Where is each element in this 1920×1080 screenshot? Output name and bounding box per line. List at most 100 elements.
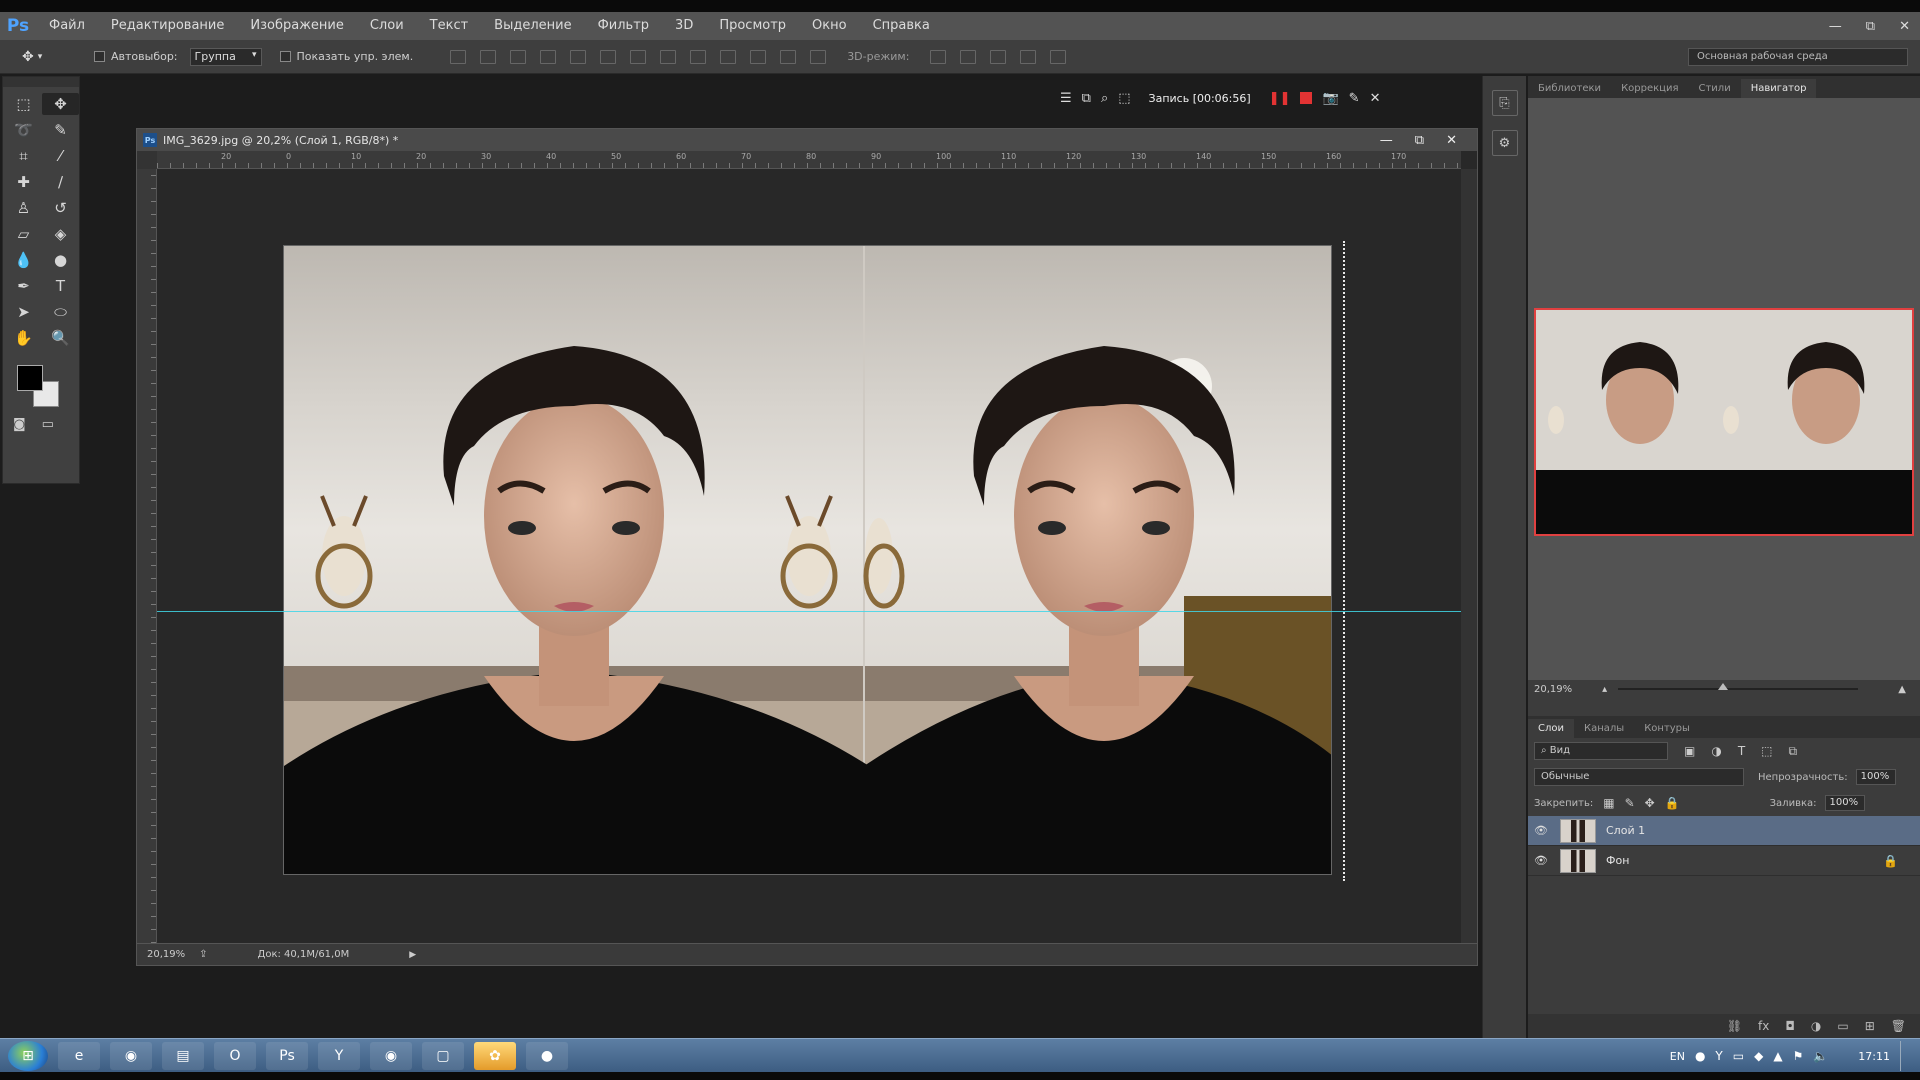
new-group-icon[interactable]: ▭ xyxy=(1837,1019,1848,1033)
layer-name[interactable]: Фон xyxy=(1606,854,1629,867)
lock-all-icon[interactable]: 🔒 xyxy=(1665,796,1680,810)
taskbar-chrome2-icon[interactable]: ◉ xyxy=(370,1041,412,1070)
tray-network-icon[interactable]: ▲ xyxy=(1773,1049,1782,1063)
navigator-zoom-knob[interactable] xyxy=(1718,683,1728,690)
restore-button[interactable]: ⧉ xyxy=(1866,19,1875,34)
menu-view[interactable]: Просмотр xyxy=(706,12,799,40)
align-bottom-icon[interactable] xyxy=(510,49,527,64)
document-image[interactable] xyxy=(283,245,1332,875)
close-recorder-icon[interactable]: ✕ xyxy=(1370,91,1381,106)
language-indicator[interactable]: EN xyxy=(1670,1050,1685,1063)
crop-tool-icon[interactable]: ⌗ xyxy=(5,145,42,167)
taskbar-window-icon[interactable]: ▢ xyxy=(422,1041,464,1070)
foreground-color-swatch[interactable] xyxy=(17,365,43,391)
pen-tool-icon[interactable]: ✒ xyxy=(5,275,42,297)
clock[interactable]: 17:11 xyxy=(1858,1050,1890,1063)
taskbar-opera-icon[interactable]: O xyxy=(214,1041,256,1070)
layer-row[interactable]: 👁 Фон 🔒 xyxy=(1528,846,1920,876)
menu-filter[interactable]: Фильтр xyxy=(585,12,662,40)
taskbar-paint-icon[interactable]: ✿ xyxy=(474,1041,516,1070)
menu-image[interactable]: Изображение xyxy=(237,12,356,40)
horizontal-ruler[interactable]: 20 0 10 20 30 40 50 60 70 80 90 100 110 120 130 140 150 1… xyxy=(157,151,1461,169)
taskbar-chrome-icon[interactable]: ◉ xyxy=(110,1041,152,1070)
filter-pixel-icon[interactable]: ▣ xyxy=(1684,744,1695,758)
blur-tool-icon[interactable]: 💧 xyxy=(5,249,42,271)
stop-icon[interactable] xyxy=(1300,92,1313,104)
delete-layer-icon[interactable]: 🗑 xyxy=(1891,1019,1906,1033)
doc-minimize-button[interactable]: — xyxy=(1380,133,1393,148)
tray-app-icon[interactable]: ◆ xyxy=(1754,1049,1763,1063)
zoom-tool-icon[interactable]: 🔍 xyxy=(42,327,79,349)
doc-restore-button[interactable]: ⧉ xyxy=(1415,133,1424,148)
menu-select[interactable]: Выделение xyxy=(481,12,584,40)
tab-adjustments[interactable]: Коррекция xyxy=(1611,79,1688,98)
align-hcenter-icon[interactable] xyxy=(570,49,587,64)
align-top-icon[interactable] xyxy=(450,49,467,64)
properties-panel-icon[interactable]: ⚙ xyxy=(1491,130,1518,156)
link-layers-icon[interactable]: ⛓ xyxy=(1727,1019,1742,1033)
status-arrow-icon[interactable]: ▶ xyxy=(409,950,416,960)
add-mask-icon[interactable]: ◘ xyxy=(1785,1019,1795,1033)
opacity-input[interactable]: 100% xyxy=(1855,769,1896,785)
lasso-tool-icon[interactable]: ➰ xyxy=(5,119,42,141)
3d-slide-icon[interactable] xyxy=(1020,49,1037,64)
doc-close-button[interactable]: ✕ xyxy=(1446,133,1457,148)
navigator-zoom-value[interactable]: 20,19% xyxy=(1534,684,1572,695)
zoom-out-icon[interactable]: ▴ xyxy=(1602,684,1607,695)
pen-icon[interactable]: ✎ xyxy=(1349,91,1360,106)
filter-type-icon[interactable]: T xyxy=(1738,744,1745,758)
move-tool-icon[interactable]: ✥ xyxy=(42,93,79,115)
tab-libraries[interactable]: Библиотеки xyxy=(1528,79,1611,98)
lock-transparent-icon[interactable]: ▦ xyxy=(1603,796,1614,810)
distribute-left-icon[interactable] xyxy=(720,49,737,64)
photoshop-logo[interactable]: Ps xyxy=(0,12,36,40)
distribute-hcenter-icon[interactable] xyxy=(750,49,767,64)
export-icon[interactable]: ⇪ xyxy=(199,949,207,960)
blend-mode-dropdown[interactable]: Обычные xyxy=(1534,768,1744,786)
taskbar-ie-icon[interactable]: e xyxy=(58,1041,100,1070)
taskbar-photoshop-icon[interactable]: Ps xyxy=(266,1041,308,1070)
zoom-level[interactable]: 20,19% xyxy=(147,949,185,960)
distribute-vcenter-icon[interactable] xyxy=(660,49,677,64)
align-vcenter-icon[interactable] xyxy=(480,49,497,64)
tray-flag-icon[interactable]: ⚑ xyxy=(1793,1049,1804,1063)
tab-channels[interactable]: Каналы xyxy=(1574,719,1634,738)
show-controls-checkbox[interactable] xyxy=(279,51,291,62)
vertical-scrollbar[interactable] xyxy=(1461,169,1477,943)
close-button[interactable]: ✕ xyxy=(1899,19,1910,34)
eraser-tool-icon[interactable]: ▱ xyxy=(5,223,42,245)
visibility-eye-icon[interactable]: 👁 xyxy=(1528,824,1554,837)
tools-panel-header[interactable] xyxy=(3,77,79,87)
quick-mask-icon[interactable]: ◙ xyxy=(13,417,26,432)
tray-monitor-icon[interactable]: ▭ xyxy=(1733,1049,1744,1063)
layer-row[interactable]: 👁 Слой 1 xyxy=(1528,816,1920,846)
filter-smart-icon[interactable]: ⧉ xyxy=(1789,744,1798,759)
menu-3d[interactable]: 3D xyxy=(662,12,706,40)
fill-tool-icon[interactable]: ◈ xyxy=(42,223,79,245)
document-tab[interactable]: Ps IMG_3629.jpg @ 20,2% (Слой 1, RGB/8*)… xyxy=(137,129,1477,151)
menu-lines-icon[interactable]: ☰ xyxy=(1060,91,1072,106)
menu-edit[interactable]: Редактирование xyxy=(98,12,237,40)
hand-tool-icon[interactable]: ✋ xyxy=(5,327,42,349)
type-tool-icon[interactable]: T xyxy=(42,275,79,297)
filter-adjust-icon[interactable]: ◑ xyxy=(1711,744,1721,758)
3d-rotate-icon[interactable] xyxy=(930,49,947,64)
menu-text[interactable]: Текст xyxy=(417,12,482,40)
adjustment-layer-icon[interactable]: ◑ xyxy=(1811,1019,1821,1033)
workspace-dropdown[interactable]: Основная рабочая среда xyxy=(1688,48,1908,66)
tray-speaker-icon[interactable]: 🔈 xyxy=(1813,1049,1828,1063)
menu-file[interactable]: Файл xyxy=(36,12,98,40)
taskbar-recorder-icon[interactable]: ● xyxy=(526,1041,568,1070)
filter-shape-icon[interactable]: ⬚ xyxy=(1761,744,1772,758)
navigator-preview[interactable] xyxy=(1534,308,1914,536)
horizontal-guide[interactable] xyxy=(157,611,1461,612)
lock-position-icon[interactable]: ✥ xyxy=(1645,796,1655,810)
tray-record-icon[interactable]: ● xyxy=(1695,1049,1705,1063)
quick-select-tool-icon[interactable]: ✎ xyxy=(42,119,79,141)
tray-yandex-icon[interactable]: Y xyxy=(1715,1049,1722,1063)
marquee-tool-icon[interactable]: ⬚ xyxy=(5,93,42,115)
3d-scale-icon[interactable] xyxy=(1050,49,1067,64)
distribute-bottom-icon[interactable] xyxy=(690,49,707,64)
taskbar-yandex-icon[interactable]: Y xyxy=(318,1041,360,1070)
align-right-icon[interactable] xyxy=(600,49,617,64)
